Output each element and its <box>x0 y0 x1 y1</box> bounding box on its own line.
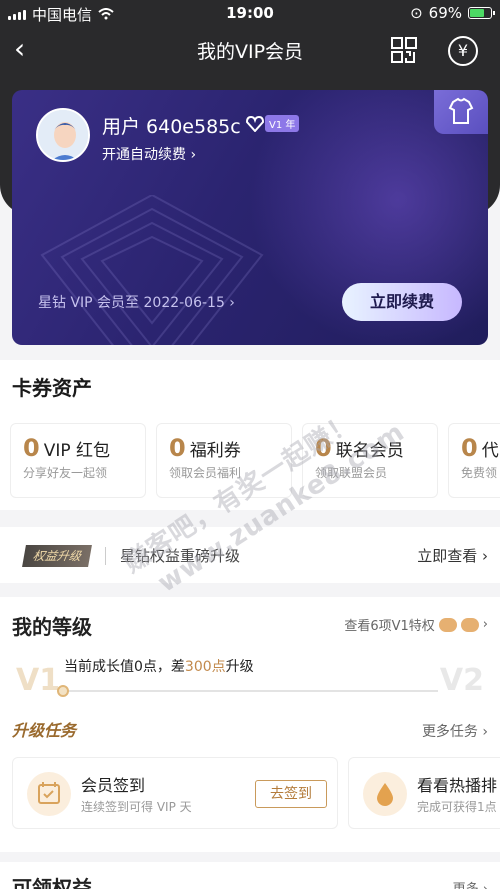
asset-card-partial[interactable]: 0代 免费领 <box>448 423 500 498</box>
task-card-watch[interactable]: 看看热播排 完成可获得1点 <box>348 757 500 829</box>
benefits-title: 可领权益 <box>12 876 92 889</box>
card-sub: 领取会员福利 <box>169 466 242 480</box>
diamond-pattern <box>40 195 264 345</box>
upgrade-banner[interactable]: 权益升级 星钻权益重磅升级 立即查看 › <box>0 527 500 583</box>
calendar-icon <box>27 772 71 816</box>
asset-card-redpacket[interactable]: 0 VIP 红包 分享好友一起领 <box>10 423 146 498</box>
card-name: 代 <box>481 441 499 461</box>
privilege-icon <box>460 617 479 632</box>
benefits-section: 可领权益 更多 › <box>0 862 500 889</box>
renew-button[interactable]: 立即续费 <box>342 283 462 321</box>
task-title: 升级任务 <box>12 721 77 740</box>
view-privileges-label: 查看6项V1特权 <box>344 619 435 634</box>
privilege-icon <box>438 617 457 632</box>
growth-points: 300点 <box>184 659 226 675</box>
card-count: 0 <box>169 434 186 462</box>
alarm-icon: ⊙ <box>410 4 423 22</box>
task-desc: 完成可获得1点 <box>417 800 497 814</box>
level-section: 我的等级 查看6项V1特权 › V1 V2 当前成长值0点，差300点升级 升级… <box>0 597 500 852</box>
task-desc: 连续签到可得 VIP 天 <box>81 800 192 814</box>
more-tasks-link[interactable]: 更多任务 › <box>422 721 488 741</box>
upgrade-tag: 权益升级 <box>22 545 92 567</box>
chevron-right-icon: › <box>482 617 488 632</box>
asset-cards: 0 VIP 红包 分享好友一起领 0 福利券 领取会员福利 0 联名会员 领取联盟会员… <box>10 423 500 498</box>
status-bar: 中国电信 19:00 ⊙ 69% <box>0 0 500 26</box>
assets-title: 卡券资产 <box>12 376 92 400</box>
vip-card: 用户 640e585c V1 年 开通自动续费 › 星钻 VIP 会员至 202… <box>12 90 488 345</box>
view-now-link[interactable]: 立即查看 › <box>417 545 488 566</box>
growth-suffix: 升级 <box>225 659 254 675</box>
view-privileges-link[interactable]: 查看6项V1特权 › <box>344 615 488 634</box>
tshirt-icon[interactable] <box>434 90 488 134</box>
card-count: 0 <box>23 434 40 462</box>
card-count: 0 <box>461 434 478 462</box>
growth-prefix: 当前成长值0点，差 <box>64 659 185 675</box>
card-count: 0 <box>315 434 332 462</box>
task-name: 会员签到 <box>81 776 146 795</box>
qr-code-icon[interactable] <box>390 36 418 64</box>
divider <box>105 547 106 565</box>
checkin-button[interactable]: 去签到 <box>255 780 327 808</box>
task-name: 看看热播排 <box>417 776 498 795</box>
growth-text: 当前成长值0点，差300点升级 <box>64 656 254 676</box>
card-sub: 分享好友一起领 <box>23 466 108 480</box>
more-benefits-link[interactable]: 更多 › <box>453 878 488 889</box>
asset-card-coupon[interactable]: 0 福利券 领取会员福利 <box>156 423 292 498</box>
card-name: VIP 红包 <box>43 441 111 461</box>
card-sub: 免费领 <box>461 466 498 480</box>
level-title: 我的等级 <box>12 615 92 639</box>
card-name: 福利券 <box>189 441 241 461</box>
task-card-checkin: 会员签到 连续签到可得 VIP 天 去签到 <box>12 757 338 829</box>
vip-level-badge: V1 年 <box>246 115 300 132</box>
avatar[interactable] <box>36 108 90 162</box>
current-level: V1 <box>16 663 61 698</box>
battery-icon <box>468 7 495 19</box>
coin-icon[interactable]: ¥ <box>448 36 478 66</box>
next-level: V2 <box>439 663 484 698</box>
card-sub: 领取联盟会员 <box>315 466 388 480</box>
auto-renew-link[interactable]: 开通自动续费 › <box>102 144 196 164</box>
heart-badge-icon <box>246 115 264 132</box>
card-name: 联名会员 <box>335 441 404 461</box>
battery-percent: 69% <box>428 4 462 22</box>
progress-track <box>62 690 438 692</box>
nav-bar: ‹ 我的VIP会员 ¥ <box>0 30 500 70</box>
upgrade-text: 星钻权益重磅升级 <box>120 547 241 565</box>
expire-date[interactable]: 星钻 VIP 会员至 2022-06-15 › <box>38 292 235 312</box>
level-label: V1 年 <box>265 115 300 132</box>
progress-knob <box>57 685 69 697</box>
asset-card-comember[interactable]: 0 联名会员 领取联盟会员 <box>302 423 438 498</box>
drop-icon <box>363 772 407 816</box>
page-title: 我的VIP会员 <box>196 41 304 63</box>
username: 用户 640e585c <box>102 116 241 138</box>
